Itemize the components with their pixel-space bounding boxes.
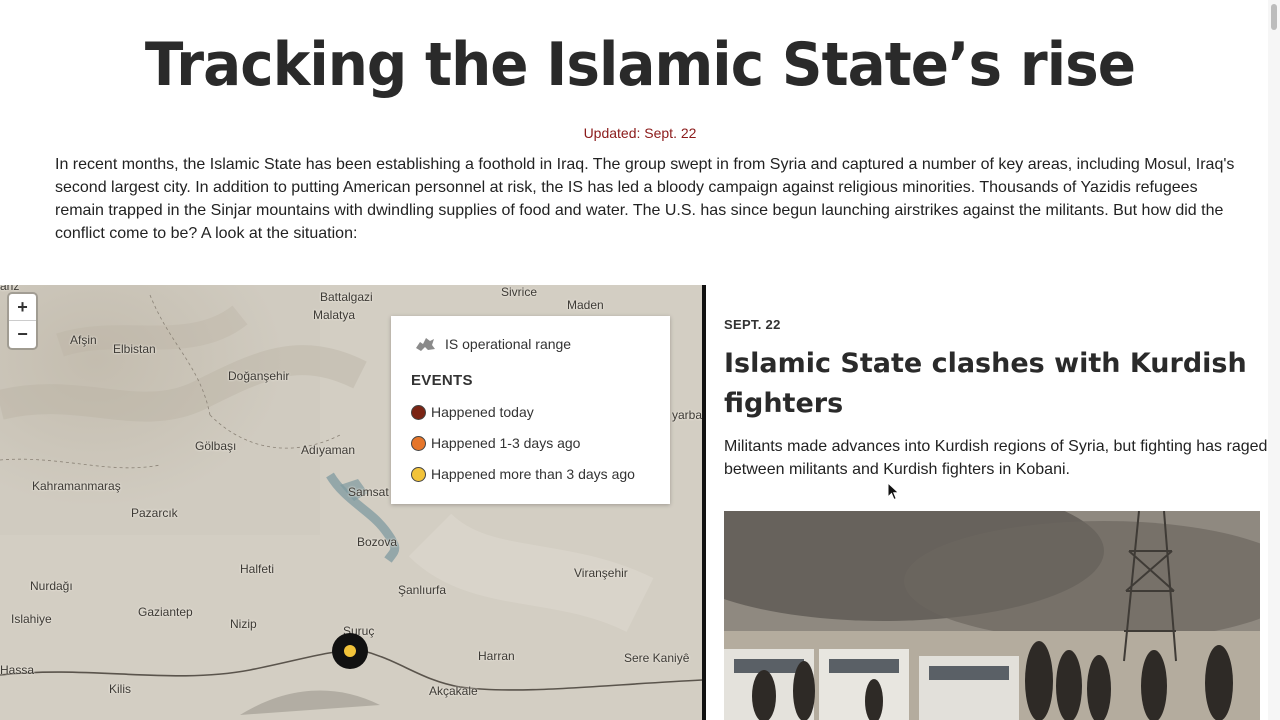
place-label: Nizip [230,617,257,631]
scrollbar-thumb[interactable] [1271,4,1277,30]
operational-range-icon [416,338,435,351]
article-headline: Islamic State clashes with Kurdish fight… [724,348,1247,419]
event-marker[interactable] [332,633,368,669]
map-legend: IS operational range EVENTS Happened tod… [391,316,670,504]
place-label: Kilis [109,682,132,696]
legend-event-label: Happened 1-3 days ago [431,435,581,451]
place-label: Doğanşehir [228,369,290,383]
zoom-in-button[interactable]: + [9,294,36,321]
dot-icon [411,466,426,482]
legend-range-label: IS operational range [445,336,572,352]
place-label: Elbistan [113,342,156,356]
intro-paragraph: In recent months, the Islamic State has … [55,156,1235,242]
dot-icon [411,435,426,451]
place-label: Sivrice [501,285,538,299]
legend-event-label: Happened more than 3 days ago [431,466,635,482]
legend-event-label: Happened today [431,404,534,420]
place-label: Viranşehir [574,566,628,580]
dot-icon [411,404,426,420]
legend-event-older: Happened more than 3 days ago [411,466,635,482]
map-divider [702,285,706,720]
place-label: Harran [478,649,515,663]
place-label: Pazarcık [131,506,178,520]
photo-illustration [724,511,1260,720]
place-label: Gaziantep [138,605,193,619]
map[interactable]: + − Battalgazi Malatya Sivrice Maden Afş… [0,285,702,720]
place-label: Sere Kaniyê [624,651,690,665]
legend-events-title: EVENTS [411,372,473,389]
event-marker-core [344,645,356,657]
updated-date: Updated: Sept. 22 [583,125,697,141]
place-label: Maden [567,298,604,312]
place-label: Kahramanmaraş [32,479,121,493]
place-label: Islahiye [11,612,52,626]
legend-range-row: IS operational range [413,334,571,354]
article-date: SEPT. 22 [724,317,781,332]
place-label: Afşin [70,333,97,347]
article-photo [724,511,1260,720]
place-label: Nurdağı [30,579,73,593]
article-body: Militants made advances into Kurdish reg… [724,438,1268,478]
place-label: Adıyaman [301,443,356,457]
place-label: Battalgazi [320,290,373,304]
mouse-cursor-icon [887,482,900,501]
place-label: Bozova [357,535,398,549]
legend-event-today: Happened today [411,404,534,420]
place-label: Halfeti [240,562,275,576]
place-label: Gölbaşı [195,439,237,453]
place-label: Şanlıurfa [398,583,447,597]
legend-event-1-3-days: Happened 1-3 days ago [411,435,580,451]
place-label: anz [0,285,20,293]
zoom-control: + − [9,294,36,348]
place-label: Akçakale [429,684,478,698]
place-label: yarba [672,408,702,422]
scrollbar[interactable] [1268,0,1280,720]
place-label: Malatya [313,308,356,322]
place-label: Hassa [0,663,35,677]
page-title: Tracking the Islamic State’s rise [144,30,1136,100]
zoom-out-button[interactable]: − [9,321,36,348]
place-label: Samsat [348,485,389,499]
